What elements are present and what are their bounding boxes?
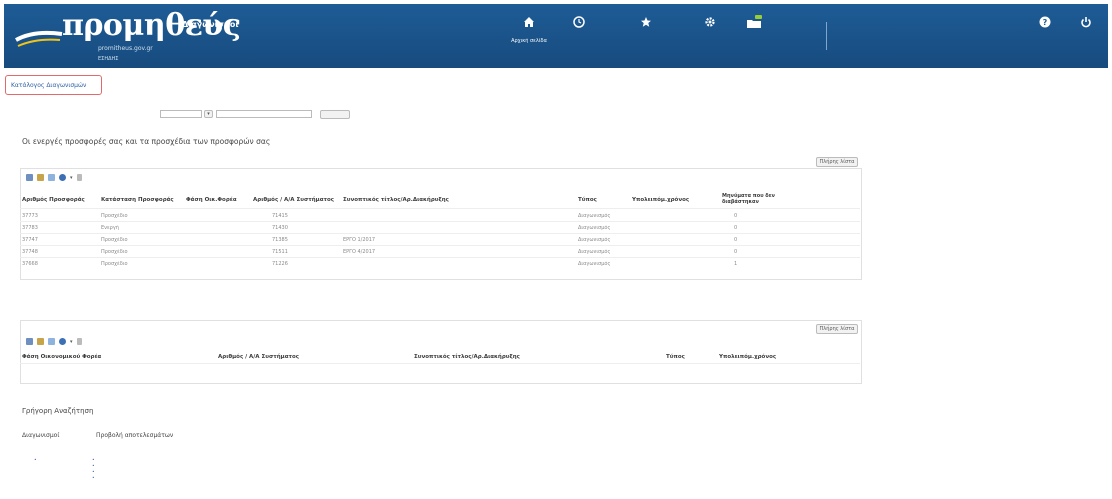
- logo-swoosh-icon: [15, 30, 63, 47]
- row-divider: [20, 257, 860, 258]
- system-number-cell: 71415: [272, 213, 288, 219]
- unread-messages-cell: 0: [734, 213, 738, 219]
- system-number-cell: 71226: [272, 261, 288, 267]
- folder-icon: [726, 12, 782, 32]
- power-icon: [1058, 12, 1112, 32]
- bullet-icon: •: [92, 458, 95, 463]
- tree-item[interactable]: •: [92, 476, 95, 482]
- chevron-down-icon[interactable]: ▾: [70, 339, 73, 345]
- type-cell: Διαγωνισμός: [578, 237, 611, 243]
- short-title-cell[interactable]: ΕΡΓΟ 4/2017: [343, 249, 493, 255]
- tab-tenders[interactable]: Διαγωνισμοί: [22, 432, 59, 439]
- columns-icon[interactable]: [76, 338, 82, 345]
- invitations-col-header[interactable]: Αριθμός / Α/Α Συστήματος: [218, 354, 299, 360]
- columns-icon[interactable]: [76, 174, 82, 181]
- nav-logout[interactable]: [1058, 12, 1112, 38]
- header-separator: [826, 22, 827, 50]
- search-circle-icon[interactable]: [59, 174, 66, 181]
- refresh-icon[interactable]: [37, 174, 44, 181]
- home-icon: [501, 12, 557, 32]
- unread-messages-cell: 1: [734, 261, 738, 267]
- invitations-col-header[interactable]: Τύπος: [666, 354, 685, 360]
- filter-dropdown-button[interactable]: ▾: [204, 110, 213, 118]
- offer-number-cell[interactable]: 37747: [22, 237, 38, 243]
- chevron-down-icon[interactable]: ▾: [70, 175, 73, 181]
- bullet-icon: •: [92, 470, 95, 475]
- offer-status-cell: Προσχέδιο: [101, 249, 128, 255]
- offer-status-cell: Προσχέδιο: [101, 261, 128, 267]
- invitations-col-header[interactable]: Υπολειπόμ.χρόνος: [719, 354, 776, 360]
- offers-full-list-button[interactable]: Πλήρης λίστα: [816, 157, 858, 167]
- offers-col-header[interactable]: Φάση Οικ.Φορέα: [186, 197, 244, 203]
- offers-col-header[interactable]: Συνοπτικός τίτλος/Αρ.Διακήρυξης: [343, 197, 493, 203]
- system-number-cell: 71511: [272, 249, 288, 255]
- search-circle-icon[interactable]: [59, 338, 66, 345]
- offers-col-header[interactable]: Αριθμός / Α/Α Συστήματος: [253, 197, 339, 203]
- unread-messages-cell: 0: [734, 225, 738, 231]
- top-header-bar: προμηθεύς Διαγωνισμοί promitheus.gov.gr …: [4, 4, 1108, 68]
- offers-header-divider: [20, 208, 860, 209]
- star-icon: [618, 12, 674, 32]
- tree-root[interactable]: •: [34, 458, 37, 464]
- invitations-col-header[interactable]: Συνοπτικός τίτλος/Αρ.Διακήρυξης: [414, 354, 520, 360]
- svg-text:?: ?: [1043, 18, 1048, 27]
- offers-col-header[interactable]: Υπολειπόμ.χρόνος: [632, 197, 710, 203]
- offers-col-header[interactable]: Τύπος: [578, 197, 618, 203]
- type-cell: Διαγωνισμός: [578, 225, 611, 231]
- quick-search-title: Γρήγορη Αναζήτηση: [22, 407, 94, 415]
- nav-favorites[interactable]: [618, 12, 674, 38]
- offers-col-header[interactable]: Μηνύματα που δεν διαβάστηκαν: [722, 193, 812, 205]
- offers-col-header[interactable]: Αριθμός Προσφοράς: [22, 197, 92, 203]
- invitations-toolbar: ▾: [26, 338, 82, 345]
- row-divider: [20, 221, 860, 222]
- offer-status-cell: Προσχέδιο: [101, 213, 128, 219]
- system-number-cell: 71385: [272, 237, 288, 243]
- grid-icon[interactable]: [26, 338, 33, 345]
- filter-select[interactable]: [160, 110, 202, 118]
- bullet-icon: •: [92, 476, 95, 481]
- system-number-cell: 71430: [272, 225, 288, 231]
- short-title-cell[interactable]: ΕΡΓΟ 1/2017: [343, 237, 493, 243]
- offers-toolbar: ▾: [26, 174, 82, 181]
- print-icon[interactable]: [48, 174, 55, 181]
- type-cell: Διαγωνισμός: [578, 213, 611, 219]
- offer-status-cell: Ενεργή: [101, 225, 119, 231]
- grid-icon[interactable]: [26, 174, 33, 181]
- nav-history[interactable]: [551, 12, 607, 38]
- refresh-icon[interactable]: [37, 338, 44, 345]
- offer-number-cell[interactable]: 37668: [22, 261, 38, 267]
- offers-section-title: Οι ενεργές προσφορές σας και τα προσχέδι…: [22, 137, 271, 146]
- print-icon[interactable]: [48, 338, 55, 345]
- offer-number-cell[interactable]: 37783: [22, 225, 38, 231]
- nav-home-label: Αρχική σελίδα: [511, 38, 547, 44]
- invitations-col-header[interactable]: Φάση Οικονομικού Φορέα: [22, 354, 101, 360]
- type-cell: Διαγωνισμός: [578, 261, 611, 267]
- invitations-table-panel: [20, 320, 862, 384]
- logo-subtitle: Διαγωνισμοί: [182, 20, 239, 29]
- offer-number-cell[interactable]: 37748: [22, 249, 38, 255]
- offer-number-cell[interactable]: 37773: [22, 213, 38, 219]
- logo-department: ΕΣΗΔΗΣ: [98, 56, 119, 62]
- unread-messages-cell: 0: [734, 237, 738, 243]
- invitations-header-divider: [20, 363, 860, 364]
- bullet-icon: •: [34, 458, 37, 463]
- nav-work-folder[interactable]: [726, 12, 782, 38]
- breadcrumb[interactable]: Κατάλογος Διαγωνισμών: [5, 75, 102, 95]
- filter-search-input[interactable]: [216, 110, 312, 118]
- nav-home[interactable]: Αρχική σελίδα: [501, 12, 557, 44]
- type-cell: Διαγωνισμός: [578, 249, 611, 255]
- offer-status-cell: Προσχέδιο: [101, 237, 128, 243]
- invitations-full-list-button[interactable]: Πλήρης λίστα: [816, 324, 858, 334]
- chevron-down-icon: ▾: [207, 111, 210, 117]
- bullet-icon: •: [92, 464, 95, 469]
- clock-icon: [551, 12, 607, 32]
- offers-col-header[interactable]: Κατάσταση Προσφοράς: [101, 197, 181, 203]
- logo-url: promitheus.gov.gr: [98, 45, 153, 52]
- row-divider: [20, 233, 860, 234]
- unread-messages-cell: 0: [734, 249, 738, 255]
- tree-children: • • • •: [92, 458, 95, 482]
- tab-results[interactable]: Προβολή αποτελεσμάτων: [96, 432, 173, 439]
- row-divider: [20, 245, 860, 246]
- search-button[interactable]: [320, 110, 350, 119]
